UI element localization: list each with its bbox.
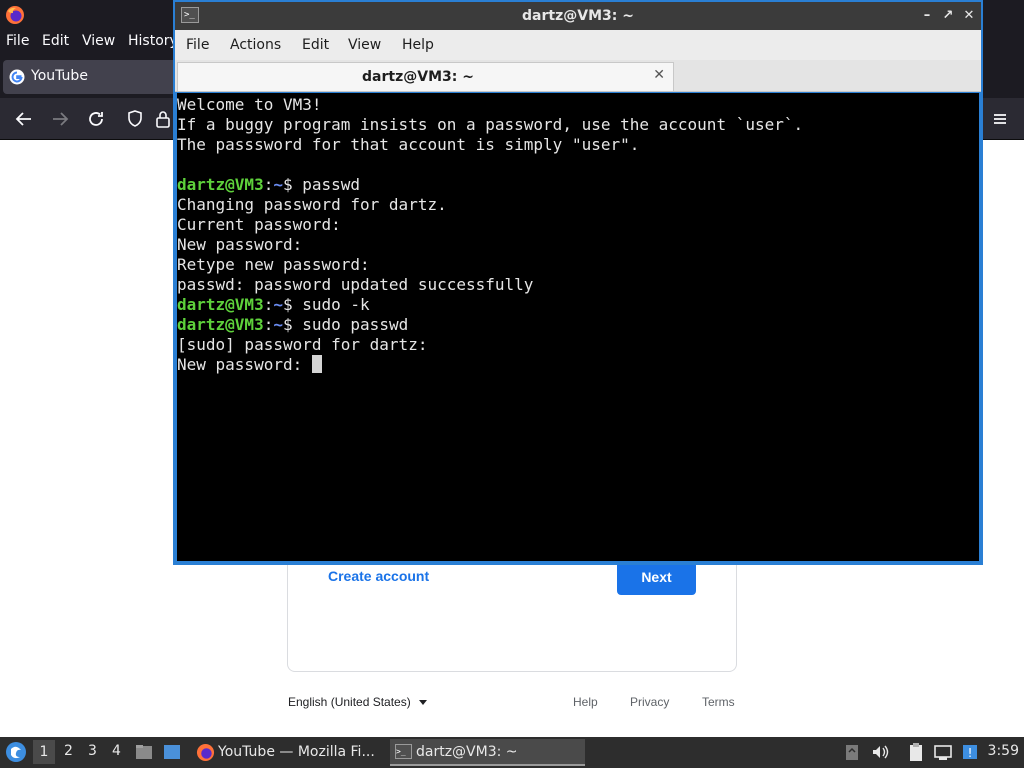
terminal-line: dartz@VM3:~$ passwd bbox=[177, 175, 979, 195]
minimize-button[interactable]: – bbox=[917, 6, 937, 26]
text-cursor bbox=[311, 355, 322, 373]
language-label: English (United States) bbox=[288, 695, 411, 709]
lock-icon[interactable] bbox=[151, 107, 175, 131]
prompt-path: ~ bbox=[273, 175, 283, 194]
terminal-tab-label: dartz@VM3: ~ bbox=[362, 69, 474, 85]
terminal-line: passwd: password updated successfully bbox=[177, 275, 534, 294]
menu-history[interactable]: History bbox=[128, 33, 178, 49]
terminal-menubar: File Actions Edit View Help bbox=[175, 30, 981, 60]
workspace-2[interactable]: 2 bbox=[64, 743, 73, 759]
terminal-line: dartz@VM3:~$ sudo -k bbox=[177, 295, 979, 315]
menu-edit[interactable]: Edit bbox=[42, 33, 69, 49]
reload-icon[interactable] bbox=[84, 107, 108, 131]
taskbar: 1 2 3 4 YouTube — Mozilla Fi... >_ dartz… bbox=[0, 737, 1024, 768]
volume-icon[interactable] bbox=[870, 742, 890, 762]
task-label: dartz@VM3: ~ bbox=[416, 744, 518, 760]
terminal-line: Changing password for dartz. bbox=[177, 195, 447, 214]
terminal-line: Welcome to VM3! bbox=[177, 95, 322, 114]
dropdown-caret-icon bbox=[418, 700, 427, 706]
menu-help[interactable]: Help bbox=[402, 37, 434, 53]
terminal-line: Current password: bbox=[177, 215, 341, 234]
workspace-4[interactable]: 4 bbox=[112, 743, 121, 759]
tab-close-icon[interactable]: ✕ bbox=[653, 67, 665, 83]
google-favicon-icon bbox=[9, 69, 25, 85]
language-select[interactable]: English (United States) bbox=[288, 695, 427, 709]
prompt-path: ~ bbox=[273, 295, 283, 314]
terminal-line: If a buggy program insists on a password… bbox=[177, 115, 804, 134]
terminal-icon: >_ bbox=[395, 744, 412, 759]
prompt-user: dartz@VM3 bbox=[177, 315, 264, 334]
firefox-logo-icon bbox=[6, 6, 24, 24]
prompt-user: dartz@VM3 bbox=[177, 295, 264, 314]
clock[interactable]: 3:59 bbox=[988, 743, 1019, 759]
command-text: $ sudo passwd bbox=[282, 315, 409, 334]
file-manager-icon[interactable] bbox=[134, 742, 154, 762]
hamburger-menu-icon[interactable] bbox=[988, 107, 1012, 131]
menu-view[interactable]: View bbox=[348, 37, 381, 53]
prompt-colon: : bbox=[263, 175, 274, 194]
menu-actions[interactable]: Actions bbox=[230, 37, 281, 53]
forward-arrow-icon[interactable] bbox=[48, 107, 72, 131]
menu-edit[interactable]: Edit bbox=[302, 37, 329, 53]
terminal-titlebar[interactable]: >_ dartz@VM3: ~ – ↗ ✕ bbox=[175, 2, 981, 30]
workspace-3[interactable]: 3 bbox=[88, 743, 97, 759]
create-account-link[interactable]: Create account bbox=[328, 568, 429, 584]
taskbar-firefox[interactable]: YouTube — Mozilla Fi... bbox=[192, 739, 386, 766]
tab-label: YouTube bbox=[31, 68, 88, 84]
window-title: dartz@VM3: ~ bbox=[522, 8, 634, 24]
network-icon[interactable] bbox=[933, 742, 953, 762]
terminal-tabbar: dartz@VM3: ~ ✕ bbox=[175, 60, 981, 92]
terminal-line: The passsword for that account is simply… bbox=[177, 135, 640, 154]
terms-link[interactable]: Terms bbox=[702, 695, 735, 709]
terminal-window: >_ dartz@VM3: ~ – ↗ ✕ File Actions Edit … bbox=[173, 0, 983, 565]
terminal-line: New password: bbox=[177, 235, 303, 254]
privacy-link[interactable]: Privacy bbox=[630, 695, 669, 709]
help-link[interactable]: Help bbox=[573, 695, 598, 709]
task-label: YouTube — Mozilla Fi... bbox=[218, 744, 375, 760]
terminal-line: [sudo] password for dartz: bbox=[177, 335, 428, 354]
maximize-button[interactable]: ↗ bbox=[938, 6, 958, 26]
workspace-1[interactable]: 1 bbox=[33, 740, 55, 764]
menu-file[interactable]: File bbox=[186, 37, 209, 53]
terminal-output[interactable]: Welcome to VM3! If a buggy program insist… bbox=[177, 93, 979, 561]
prompt-colon: : bbox=[263, 295, 274, 314]
terminal-line: Retype new password: bbox=[177, 255, 370, 274]
terminal-tab[interactable]: dartz@VM3: ~ ✕ bbox=[177, 62, 674, 91]
taskbar-terminal[interactable]: >_ dartz@VM3: ~ bbox=[390, 739, 585, 766]
start-menu-icon[interactable] bbox=[5, 741, 27, 763]
menu-file[interactable]: File bbox=[6, 33, 29, 49]
prompt-path: ~ bbox=[273, 315, 283, 334]
terminal-line: dartz@VM3:~$ sudo passwd bbox=[177, 315, 979, 335]
command-text: $ passwd bbox=[282, 175, 361, 194]
back-arrow-icon[interactable] bbox=[12, 107, 36, 131]
update-notifier-icon[interactable]: ! bbox=[960, 742, 980, 762]
command-text: $ sudo -k bbox=[282, 295, 370, 314]
svg-text:!: ! bbox=[968, 746, 973, 760]
prompt-user: dartz@VM3 bbox=[177, 175, 264, 194]
close-button[interactable]: ✕ bbox=[959, 6, 979, 26]
shield-icon[interactable] bbox=[123, 107, 147, 131]
terminal-line: New password: bbox=[177, 355, 979, 375]
menu-view[interactable]: View bbox=[82, 33, 115, 49]
show-desktop-icon[interactable] bbox=[162, 742, 182, 762]
clipboard-icon[interactable] bbox=[906, 742, 926, 762]
prompt-colon: : bbox=[263, 315, 274, 334]
notification-icon[interactable] bbox=[842, 742, 862, 762]
firefox-icon bbox=[196, 743, 215, 762]
line-text: New password: bbox=[177, 355, 312, 374]
